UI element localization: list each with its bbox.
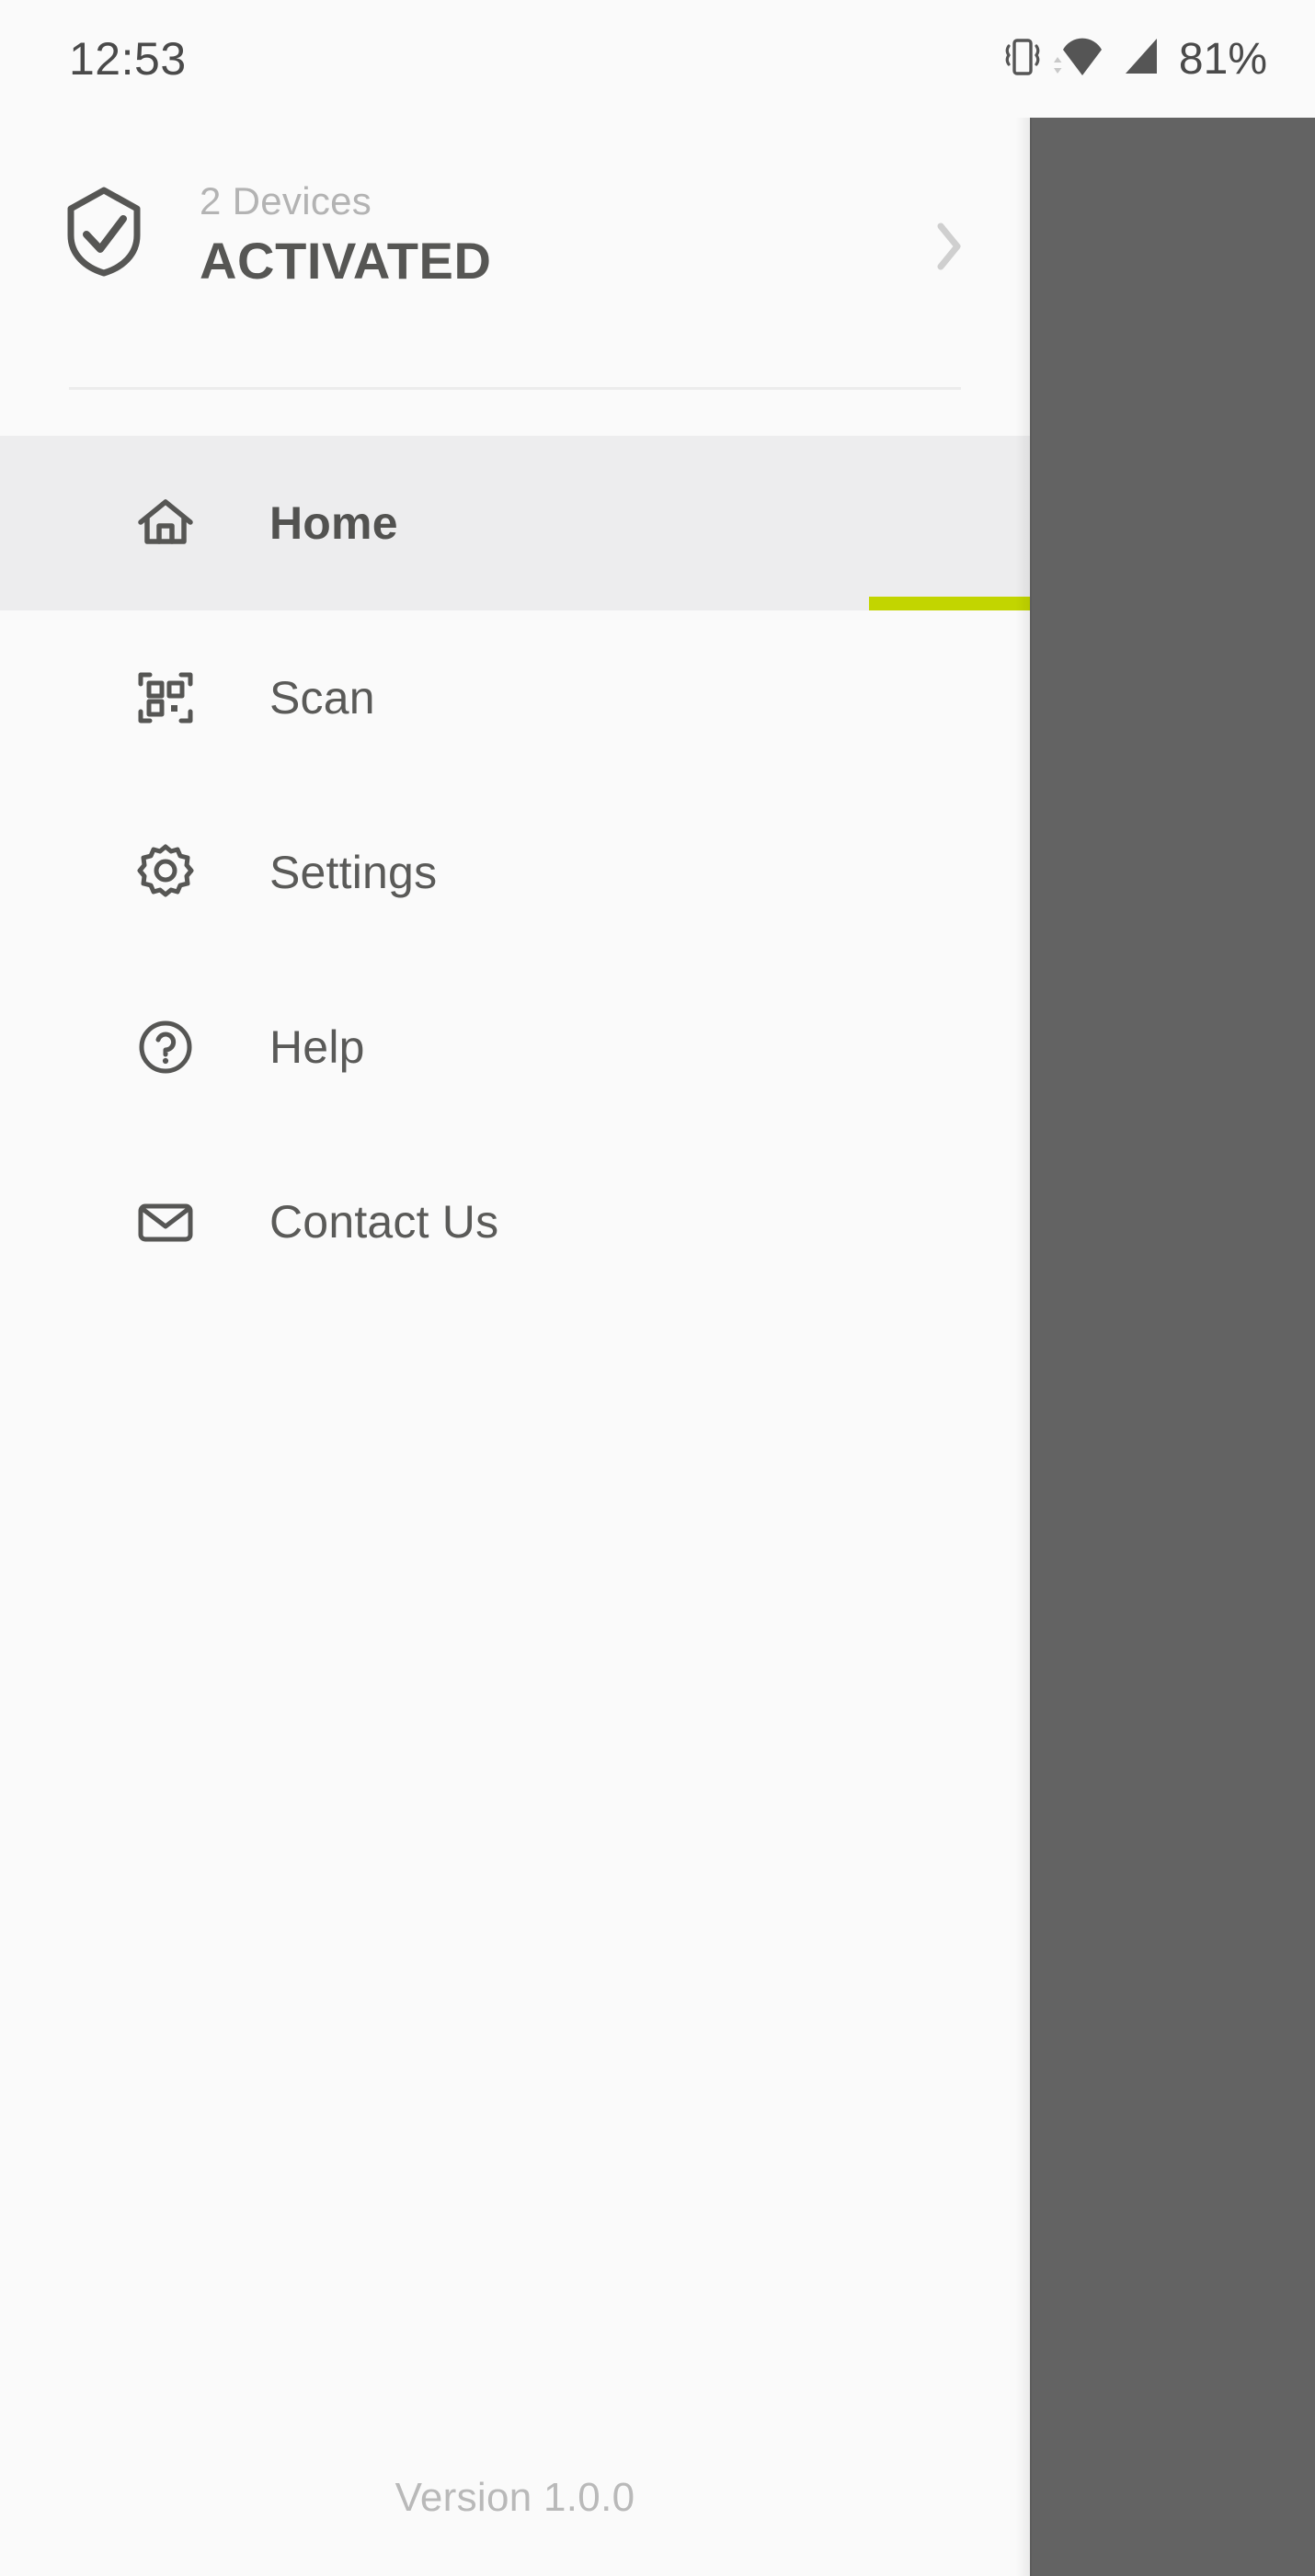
devices-count-label: 2 Devices [200,179,372,222]
sidebar-item-label: Contact Us [269,1196,499,1248]
active-item-accent-bar [869,597,1030,610]
drawer-edge-shadow [1015,118,1032,2576]
sidebar-item-label: Settings [269,847,438,898]
phone-screen: 12:53 81% 2 Devices ACTIVATED Home Scan … [0,0,1315,2576]
header-divider [69,387,961,390]
header-text-group: 2 Devices ACTIVATED [200,182,492,287]
sidebar-item-label: Home [269,497,398,549]
vibrate-icon [1004,33,1041,85]
sidebar-item-label: Scan [269,672,375,724]
status-bar-icons: 81% [1004,33,1267,85]
question-circle-icon [136,1018,195,1077]
navigation-drawer: 2 Devices ACTIVATED Home Scan Settings H… [0,118,1030,2576]
battery-percentage: 81% [1178,34,1267,84]
app-version-label: Version 1.0.0 [394,2475,635,2520]
qr-scan-icon [136,668,195,727]
status-bar-clock: 12:53 [69,33,187,85]
cellular-signal-icon [1120,33,1162,85]
gear-icon [136,843,195,902]
drawer-nav-list: Home Scan Settings Help Contact Us [0,436,1030,1309]
sidebar-item-label: Help [269,1021,365,1073]
drawer-dim-scrim[interactable] [1030,118,1315,2576]
shield-check-icon [64,185,143,281]
subscription-status-header[interactable]: 2 Devices ACTIVATED [0,182,1030,302]
status-bar: 12:53 81% [0,0,1315,118]
sidebar-item-settings[interactable]: Settings [0,785,1030,960]
chevron-right-icon[interactable] [931,219,967,279]
activation-status-label: ACTIVATED [200,232,492,290]
sidebar-item-contact-us[interactable]: Contact Us [0,1134,1030,1309]
sidebar-item-scan[interactable]: Scan [0,610,1030,785]
sidebar-item-home[interactable]: Home [0,436,1030,610]
wifi-icon [1053,33,1107,85]
home-icon [136,494,195,553]
mail-icon [136,1192,195,1251]
sidebar-item-help[interactable]: Help [0,960,1030,1134]
